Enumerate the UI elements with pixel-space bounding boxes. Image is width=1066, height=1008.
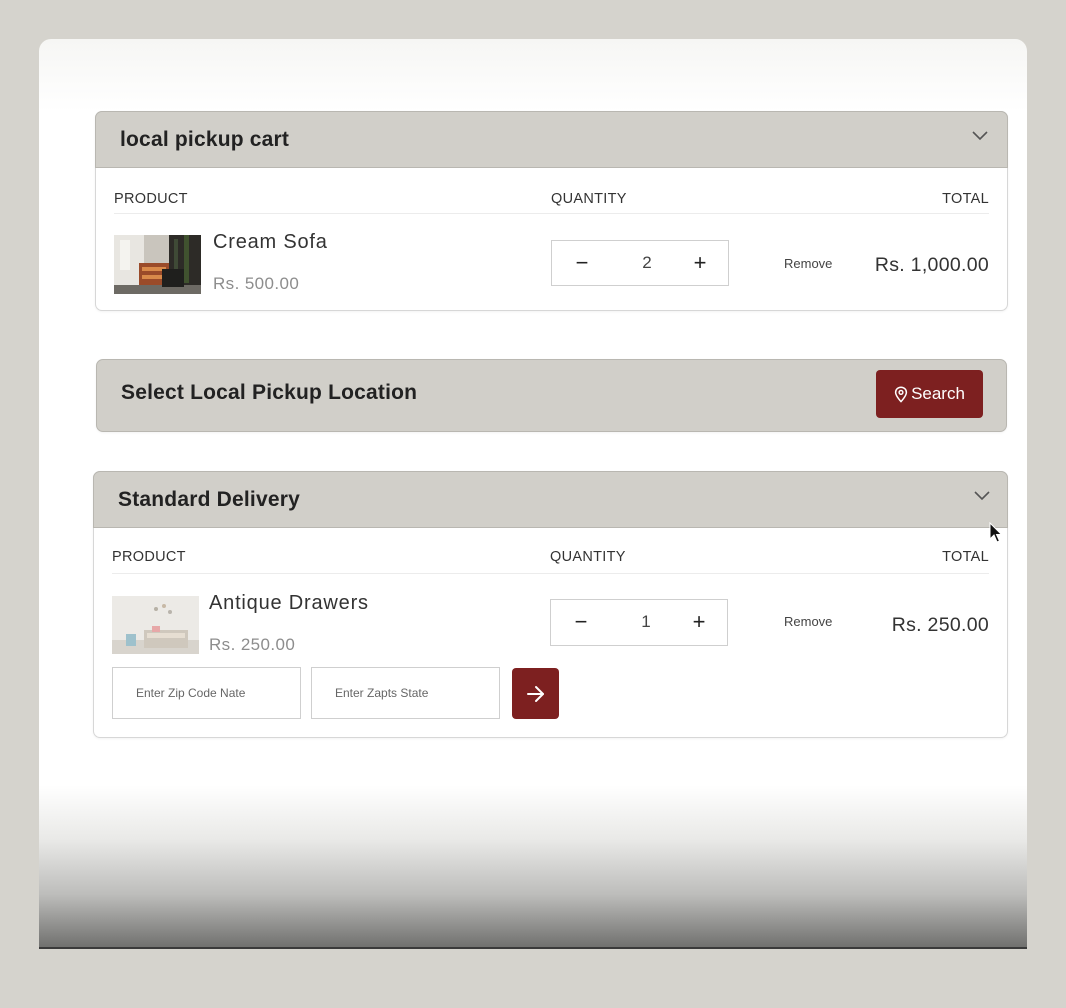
product-name[interactable]: Antique Drawers	[209, 592, 369, 615]
column-header-total: TOTAL	[942, 191, 989, 207]
remove-button[interactable]: Remove	[784, 256, 832, 271]
standard-delivery-card: Standard Delivery PRODUCT QUANTITY TOTAL…	[93, 471, 1008, 738]
antique-drawers-thumbnail[interactable]	[112, 596, 199, 654]
quantity-value[interactable]: 1	[621, 600, 671, 644]
column-header-product: PRODUCT	[114, 191, 188, 207]
quantity-stepper: − 1 +	[550, 599, 728, 646]
cream-sofa-thumbnail[interactable]	[114, 235, 201, 294]
remove-button[interactable]: Remove	[784, 614, 832, 629]
zip-code-input[interactable]	[112, 667, 301, 719]
line-total: Rs. 1,000.00	[874, 254, 989, 276]
standard-delivery-header[interactable]: Standard Delivery	[93, 471, 1008, 528]
column-header-total: TOTAL	[942, 549, 989, 565]
header-divider	[114, 213, 989, 214]
app-window: local pickup cart PRODUCT QUANTITY TOTAL	[39, 39, 1027, 949]
chevron-down-icon[interactable]	[971, 130, 989, 142]
mouse-cursor-icon	[989, 522, 1003, 543]
location-pin-icon	[894, 385, 908, 403]
column-header-product: PRODUCT	[112, 549, 186, 565]
product-unit-price: Rs. 500.00	[213, 274, 300, 293]
standard-delivery-title: Standard Delivery	[118, 488, 300, 511]
increment-button[interactable]: +	[680, 241, 720, 285]
local-pickup-cart-card: local pickup cart PRODUCT QUANTITY TOTAL	[95, 111, 1008, 311]
pickup-location-bar: Select Local Pickup Location Search	[96, 359, 1007, 432]
product-name[interactable]: Cream Sofa	[213, 231, 328, 254]
arrow-right-icon	[526, 685, 544, 702]
increment-button[interactable]: +	[679, 600, 719, 644]
decrement-button[interactable]: −	[561, 600, 601, 644]
quantity-stepper: − 2 +	[551, 240, 729, 286]
local-pickup-cart-title: local pickup cart	[120, 128, 290, 151]
chevron-down-icon[interactable]	[973, 490, 991, 502]
pickup-location-title: Select Local Pickup Location	[121, 381, 418, 404]
state-input[interactable]	[311, 667, 500, 719]
location-search-button[interactable]: Search	[876, 370, 983, 418]
product-unit-price: Rs. 250.00	[209, 635, 296, 654]
decrement-button[interactable]: −	[562, 241, 602, 285]
search-button-label: Search	[911, 384, 965, 403]
header-divider	[112, 573, 989, 574]
submit-location-button[interactable]	[512, 668, 559, 719]
local-pickup-cart-header[interactable]: local pickup cart	[95, 111, 1008, 168]
line-total: Rs. 250.00	[891, 614, 989, 636]
column-header-quantity: QUANTITY	[551, 191, 627, 207]
column-header-quantity: QUANTITY	[550, 549, 626, 565]
quantity-value[interactable]: 2	[622, 241, 672, 285]
